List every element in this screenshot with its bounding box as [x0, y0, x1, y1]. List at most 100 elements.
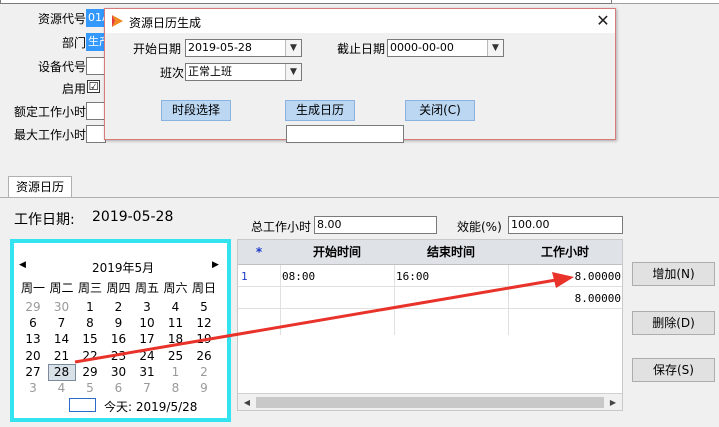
- grid-header-start[interactable]: 开始时间: [280, 240, 394, 265]
- calendar-day[interactable]: 12: [190, 315, 218, 332]
- weekday-header: 周日: [191, 281, 216, 295]
- scroll-left-icon[interactable]: ◀: [240, 396, 254, 409]
- device-code-input[interactable]: [86, 57, 106, 75]
- next-month-icon[interactable]: ▶: [212, 260, 219, 270]
- calendar-day[interactable]: 2: [190, 364, 218, 381]
- chevron-down-icon[interactable]: ▼: [487, 40, 503, 56]
- calendar-day[interactable]: 6: [105, 380, 133, 397]
- start-date-combo[interactable]: 2019-05-28 ▼: [185, 39, 302, 57]
- calendar-day[interactable]: 3: [133, 299, 161, 316]
- calendar-day[interactable]: 5: [76, 380, 104, 397]
- calendar-day[interactable]: 29: [76, 364, 104, 381]
- calendar-day[interactable]: 23: [105, 348, 133, 365]
- rated-hours-label: 额定工作小时: [13, 105, 86, 119]
- enabled-checkbox[interactable]: ☑: [87, 80, 100, 93]
- today-link[interactable]: 今天: 2019/5/28: [104, 398, 197, 415]
- chevron-down-icon[interactable]: ▼: [285, 64, 301, 80]
- calendar-day[interactable]: 30: [105, 364, 133, 381]
- calendar-day[interactable]: 4: [162, 299, 190, 316]
- generate-calendar-button[interactable]: 生成日历: [285, 100, 355, 121]
- calendar-day-selected[interactable]: 28: [47, 363, 76, 381]
- dept-label: 部门: [61, 36, 86, 50]
- grid-header: * 开始时间 结束时间 工作小时: [238, 240, 622, 265]
- calendar-day[interactable]: 15: [76, 331, 104, 348]
- row-end-time[interactable]: 16:00: [396, 266, 429, 287]
- dialog-titlebar[interactable]: 资源日历生成 ✕: [105, 9, 615, 33]
- grid-header-end[interactable]: 结束时间: [394, 240, 508, 265]
- rated-hours-input[interactable]: [86, 102, 106, 120]
- calendar-day[interactable]: 9: [190, 380, 218, 397]
- calendar-day[interactable]: 6: [19, 315, 47, 332]
- calendar-day[interactable]: 8: [162, 380, 190, 397]
- calendar-day[interactable]: 8: [76, 315, 104, 332]
- dept-input[interactable]: 生产: [86, 33, 106, 51]
- end-date-combo[interactable]: 0000-00-00 ▼: [387, 39, 504, 57]
- row-start-time[interactable]: 08:00: [282, 266, 315, 287]
- today-marker-icon: [69, 398, 96, 412]
- month-calendar[interactable]: ◀ 2019年5月 ▶ 周一 周二 周三 周四 周五 周六 周日 29 30 1 2 3 4 5 6 7 8 9…: [10, 239, 231, 422]
- weekday-header: 周三: [77, 281, 102, 295]
- resource-code-input[interactable]: 01A: [86, 9, 106, 27]
- calendar-day[interactable]: 21: [48, 348, 76, 365]
- tab-divider: [0, 197, 719, 198]
- work-period-grid[interactable]: * 开始时间 结束时间 工作小时 1 08:00 16:00 8.00000 8…: [237, 239, 623, 411]
- calendar-day[interactable]: 3: [19, 380, 47, 397]
- total-hours-label: 总工作小时: [251, 220, 312, 234]
- max-hours-label: 最大工作小时: [13, 128, 86, 142]
- table-row[interactable]: 1 08:00 16:00 8.00000: [238, 266, 622, 287]
- shift-combo[interactable]: 正常上班 ▼: [185, 63, 302, 81]
- calendar-day[interactable]: 16: [105, 331, 133, 348]
- max-hours-input[interactable]: [86, 125, 106, 143]
- horizontal-scrollbar[interactable]: ◀ ▶: [238, 393, 622, 410]
- calendar-day[interactable]: 18: [162, 331, 190, 348]
- tab-resource-calendar[interactable]: 资源日历: [8, 176, 72, 198]
- calendar-day[interactable]: 31: [133, 364, 161, 381]
- enabled-label: 启用: [61, 82, 86, 96]
- calendar-day[interactable]: 20: [19, 348, 47, 365]
- calendar-day[interactable]: 2: [105, 299, 133, 316]
- calendar-day[interactable]: 22: [76, 348, 104, 365]
- calendar-day[interactable]: 9: [105, 315, 133, 332]
- calendar-day[interactable]: 1: [76, 299, 104, 316]
- period-select-button[interactable]: 时段选择: [161, 100, 231, 121]
- calendar-day[interactable]: 7: [133, 380, 161, 397]
- start-date-value: 2019-05-28: [188, 41, 252, 54]
- calendar-day[interactable]: 4: [48, 380, 76, 397]
- calendar-day[interactable]: 26: [190, 348, 218, 365]
- calendar-day[interactable]: 30: [48, 299, 76, 316]
- weekday-header: 周二: [49, 281, 74, 295]
- calendar-day[interactable]: 27: [19, 364, 47, 381]
- close-button[interactable]: 关闭(C): [405, 100, 475, 121]
- calendar-day[interactable]: 19: [190, 331, 218, 348]
- chevron-down-icon[interactable]: ▼: [285, 40, 301, 56]
- app-logo-icon: [112, 15, 123, 27]
- work-date-label: 工作日期:: [14, 212, 75, 228]
- close-icon[interactable]: ✕: [593, 11, 613, 31]
- efficiency-input[interactable]: 100.00: [508, 216, 623, 234]
- calendar-day[interactable]: 17: [133, 331, 161, 348]
- total-hours-input[interactable]: 8.00: [314, 216, 437, 234]
- end-date-value: 0000-00-00: [390, 41, 454, 54]
- calendar-day[interactable]: 24: [133, 348, 161, 365]
- scroll-right-icon[interactable]: ▶: [606, 396, 620, 409]
- calendar-month-label[interactable]: 2019年5月: [92, 259, 154, 276]
- efficiency-label: 效能(%): [457, 220, 502, 234]
- scrollbar-thumb[interactable]: [256, 397, 604, 408]
- calendar-day[interactable]: 25: [162, 348, 190, 365]
- hidden-field-right[interactable]: [286, 125, 404, 143]
- add-button[interactable]: 增加(N): [632, 262, 715, 286]
- calendar-day[interactable]: 14: [48, 331, 76, 348]
- prev-month-icon[interactable]: ◀: [19, 260, 26, 270]
- delete-button[interactable]: 删除(D): [632, 311, 715, 335]
- save-button[interactable]: 保存(S): [632, 358, 715, 382]
- calendar-day[interactable]: 13: [19, 331, 47, 348]
- row-hours[interactable]: 8.00000: [508, 266, 621, 287]
- work-date-value: 2019-05-28: [92, 209, 174, 225]
- grid-header-hours[interactable]: 工作小时: [508, 240, 622, 265]
- calendar-day[interactable]: 10: [133, 315, 161, 332]
- calendar-day[interactable]: 29: [19, 299, 47, 316]
- calendar-day[interactable]: 7: [48, 315, 76, 332]
- calendar-day[interactable]: 5: [190, 299, 218, 316]
- calendar-day[interactable]: 11: [162, 315, 190, 332]
- calendar-day[interactable]: 1: [162, 364, 190, 381]
